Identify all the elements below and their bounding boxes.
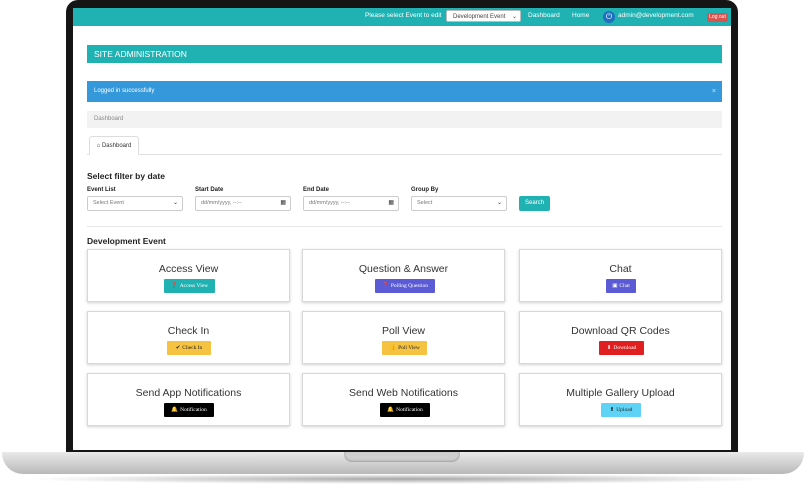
chevron-down-icon: ⌄ (496, 200, 502, 206)
chat-button[interactable]: ▣ Chat (606, 279, 636, 293)
logout-button[interactable]: Log out (707, 13, 728, 22)
card-title: Chat (609, 263, 632, 275)
start-date-value: dd/mm/yyyy, --:-- (201, 200, 242, 206)
card-download-qr: Download QR Codes ⬇ Download (519, 311, 722, 364)
app-screen: Please select Event to edit Development … (73, 8, 731, 450)
search-button[interactable]: Search (519, 196, 550, 211)
card-button-label: Polling Question (390, 283, 428, 289)
calendar-icon[interactable]: ▦ (280, 197, 286, 210)
card-title: Send App Notifications (135, 387, 242, 399)
group-by-value: Select (417, 200, 433, 206)
bell-icon: 🔔 (171, 407, 179, 413)
laptop-notch (344, 452, 460, 462)
card-button-label: Access View (179, 283, 209, 289)
event-select-prompt: Please select Event to edit (365, 12, 442, 19)
card-web-notifications: Send Web Notifications 🔔 Notification (302, 373, 505, 426)
card-button-label: Upload (616, 407, 633, 413)
group-by-label: Group By (411, 187, 439, 193)
event-select[interactable]: Development Event ⌄ (446, 10, 521, 22)
bell-icon: 🔔 (387, 407, 395, 413)
breadcrumb: Dashboard (87, 111, 722, 128)
event-select-value: Development Event (453, 14, 506, 20)
card-button-label: Chat (619, 283, 630, 289)
question-circle-icon: ❓ (170, 283, 178, 289)
event-list-value: Select Event (93, 200, 124, 206)
thumbs-up-icon: 👍 (389, 345, 397, 351)
chevron-down-icon: ⌄ (511, 14, 517, 20)
alert-message: Logged in successfully (94, 88, 155, 94)
card-chat: Chat ▣ Chat (519, 249, 722, 302)
download-icon: ⬇ (606, 345, 612, 351)
card-button-label: Poll View (398, 345, 420, 351)
filter-title: Select filter by date (87, 171, 165, 181)
polling-question-button[interactable]: ❓ Polling Question (375, 279, 435, 293)
chat-icon: ▣ (612, 283, 618, 289)
section-title: Development Event (87, 236, 166, 246)
upload-button[interactable]: ⬆ Upload (601, 403, 641, 417)
user-email[interactable]: admin@development.com (618, 12, 694, 19)
event-list-label: Event List (87, 187, 116, 193)
card-title: Multiple Gallery Upload (566, 387, 675, 399)
card-title: Send Web Notifications (349, 387, 458, 399)
card-title: Access View (158, 263, 219, 275)
card-question-answer: Question & Answer ❓ Polling Question (302, 249, 505, 302)
end-date-label: End Date (303, 187, 330, 193)
laptop-shadow (20, 474, 786, 484)
power-icon[interactable]: ⏻ (603, 11, 615, 23)
download-button[interactable]: ⬇ Download (599, 341, 644, 355)
section-divider (87, 226, 722, 227)
question-circle-icon: ❓ (382, 283, 389, 289)
card-title: Question & Answer (358, 263, 449, 275)
nav-home-link[interactable]: Home (572, 12, 589, 19)
group-by-select[interactable]: Select ⌄ (411, 196, 507, 211)
chevron-down-icon: ⌄ (172, 200, 178, 206)
start-date-label: Start Date (195, 187, 224, 193)
poll-view-button[interactable]: 👍 Poll View (382, 341, 427, 355)
card-poll-view: Poll View 👍 Poll View (302, 311, 505, 364)
card-access-view: Access View ❓ Access View (87, 249, 290, 302)
tab-dashboard[interactable]: ⌂ Dashboard (89, 136, 139, 155)
top-nav-bar: Please select Event to edit Development … (73, 8, 731, 26)
alert-close-button[interactable]: × (712, 81, 716, 102)
upload-icon: ⬆ (609, 407, 615, 413)
card-app-notifications: Send App Notifications 🔔 Notification (87, 373, 290, 426)
card-gallery-upload: Multiple Gallery Upload ⬆ Upload (519, 373, 722, 426)
success-alert: Logged in successfully × (87, 81, 722, 102)
event-list-select[interactable]: Select Event ⌄ (87, 196, 183, 211)
card-check-in: Check In ✔ Check In (87, 311, 290, 364)
site-admin-header: SITE ADMINISTRATION (87, 45, 722, 63)
end-date-value: dd/mm/yyyy, --:-- (309, 200, 350, 206)
access-view-button[interactable]: ❓ Access View (164, 279, 215, 293)
tab-dashboard-label: Dashboard (101, 143, 132, 149)
card-button-label: Notification (396, 407, 423, 413)
card-title: Download QR Codes (571, 325, 670, 337)
tabs-divider (87, 154, 722, 155)
start-date-input[interactable]: dd/mm/yyyy, --:-- ▦ (195, 196, 291, 211)
end-date-input[interactable]: dd/mm/yyyy, --:-- ▦ (303, 196, 399, 211)
card-button-label: Notification (180, 407, 207, 413)
nav-dashboard-link[interactable]: Dashboard (528, 12, 560, 19)
card-button-label: Download (613, 345, 637, 351)
web-notification-button[interactable]: 🔔 Notification (380, 403, 430, 417)
card-title: Check In (167, 325, 210, 337)
check-in-button[interactable]: ✔ Check In (167, 341, 211, 355)
home-icon: ⌂ (96, 143, 101, 149)
check-icon: ✔ (175, 345, 181, 351)
calendar-icon[interactable]: ▦ (388, 197, 394, 210)
card-title: Poll View (382, 325, 425, 337)
card-button-label: Check In (182, 345, 203, 351)
app-notification-button[interactable]: 🔔 Notification (164, 403, 214, 417)
